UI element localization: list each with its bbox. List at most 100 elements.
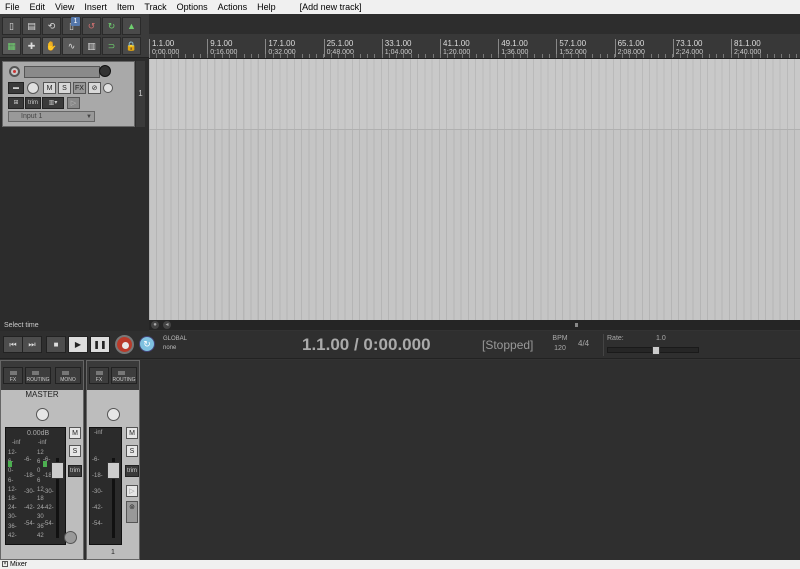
solo-button[interactable]: S [58,82,71,94]
loop-icon[interactable]: ⊃ [102,37,121,55]
track-fx-button[interactable]: FX [89,367,109,384]
horizontal-scrollbar[interactable]: ● ◂ [149,320,800,330]
scroll-thumb[interactable] [575,323,578,327]
master-mono-button[interactable]: MONO [55,367,81,384]
menu-item[interactable]: Item [112,0,140,14]
global-automation[interactable]: GLOBAL none [163,335,187,353]
mute-button[interactable]: M [43,82,56,94]
menu-add-new-track[interactable]: [Add new track] [295,0,367,14]
ruler-tick [672,54,674,58]
pause-button[interactable]: ❚❚ [90,336,110,353]
repeat-icon[interactable]: ↻ [139,336,155,352]
track-input-icon[interactable]: ⊚ [126,501,138,523]
master-fx-button[interactable]: FX [3,367,23,384]
ruler-tick [679,54,681,58]
menu-help[interactable]: Help [252,0,281,14]
ruler-tick [330,54,332,58]
menu-edit[interactable]: Edit [25,0,51,14]
track-fader[interactable] [107,462,120,479]
track-trim-button[interactable]: trim [125,465,139,477]
track-strip-header: FX ROUTING [87,361,139,390]
menu-file[interactable]: File [0,0,25,14]
ruler-bar-label: 81.1.00 [734,39,761,48]
ruler-tick [338,54,340,58]
track-name-field[interactable] [24,66,100,78]
open-project-icon[interactable]: ▤ [22,17,41,35]
undo-icon[interactable]: ↺ [82,17,101,35]
track-routing-button[interactable]: ROUTING [111,367,137,384]
ruler-region-lane[interactable] [149,14,800,34]
scroll-left-icon[interactable]: ◂ [163,321,171,329]
bpm-display[interactable]: BPM 120 [548,334,572,354]
master-gear-icon[interactable] [64,531,77,544]
new-project-icon[interactable]: ▯ [2,17,21,35]
envelope-button[interactable]: ▷ [67,97,80,109]
play-button[interactable]: ▶ [68,336,88,353]
track-lane[interactable] [149,59,800,130]
mixer-tab[interactable]: × Mixer [0,560,800,569]
master-pan-knob[interactable] [36,408,49,421]
master-solo-button[interactable]: S [69,445,81,457]
master-routing-button[interactable]: ROUTING [25,367,51,384]
track-envelope-button[interactable]: ▷ [126,485,138,497]
io-icon[interactable]: ⊞ [8,97,24,109]
save-project-icon[interactable]: ⟲ [42,17,61,35]
trim-button[interactable]: trim [25,97,41,109]
go-to-end-button[interactable]: ⏭ [22,336,42,353]
ruler-tick [665,54,667,58]
record-button[interactable] [115,335,134,354]
fx-button[interactable]: FX [73,82,86,94]
snap-icon[interactable]: ▥ [82,37,101,55]
envelope-icon[interactable]: ∿ [62,37,81,55]
pan-knob[interactable] [27,82,39,94]
ruler-tick [607,54,608,58]
ruler-tick [425,54,427,58]
phase-icon[interactable] [103,83,113,93]
master-trim-button[interactable]: trim [68,465,82,477]
arrange-view[interactable] [149,59,800,320]
record-arm-button[interactable] [9,66,20,77]
time-signature[interactable]: 4/4 [578,339,589,348]
close-icon[interactable]: × [2,561,8,567]
metronome-icon[interactable]: ▲ [122,17,141,35]
item-grouping-icon[interactable]: ✋ [42,37,61,55]
ruler-tick [374,54,376,58]
rate-slider-handle[interactable] [652,346,660,355]
menu-bar: File Edit View Insert Item Track Options… [0,0,800,14]
input-select[interactable]: Input 1 ▼ [8,111,95,122]
rate-slider[interactable] [607,346,699,355]
track-peak: -inf [94,430,103,436]
ruler-tick [163,54,165,58]
menu-insert[interactable]: Insert [79,0,112,14]
master-fader[interactable] [51,462,64,479]
master-mute-button[interactable]: M [69,427,81,439]
ripple-edit-icon[interactable]: ✚ [22,37,41,55]
meter-scale-label: -30- [43,489,54,495]
redo-icon[interactable]: ↻ [102,17,121,35]
timeline-ruler[interactable]: 1.1.00 0:00.000 9.1.00 0:16.000 17.1.00 0:32.… [149,34,800,59]
ruler-tick [279,54,281,58]
menu-options[interactable]: Options [172,0,213,14]
track-pan-knob[interactable] [107,408,120,421]
zoom-out-icon[interactable]: ● [151,321,159,329]
track-solo-button[interactable]: S [126,445,138,457]
menu-actions[interactable]: Actions [213,0,253,14]
meter-icon[interactable]: ▬ [8,82,24,94]
meter-scale-label: -6- [92,457,100,463]
menu-track[interactable]: Track [139,0,171,14]
track-header[interactable]: ▬ M S FX ⊘ ⊞ trim ▥▾ ▷ Input 1 ▼ [2,61,135,127]
menu-view[interactable]: View [50,0,79,14]
ruler-tick [541,54,543,58]
go-to-start-button[interactable]: ⏮ [3,336,23,353]
lock-icon[interactable]: 🔒 [122,37,141,55]
stop-button[interactable]: ■ [46,336,66,353]
ruler-tick [527,54,529,58]
fx-bypass-button[interactable]: ⊘ [88,82,101,94]
meter-scale-label: 30- [8,514,17,521]
meter-scale-label: 0 [37,468,41,475]
volume-knob[interactable] [99,65,111,77]
grid-icon[interactable]: ▦ [2,37,21,55]
track-mute-button[interactable]: M [126,427,138,439]
time-display: 1.1.00 / 0:00.000 [302,335,431,354]
automation-mode-button[interactable]: ▥▾ [42,97,64,109]
